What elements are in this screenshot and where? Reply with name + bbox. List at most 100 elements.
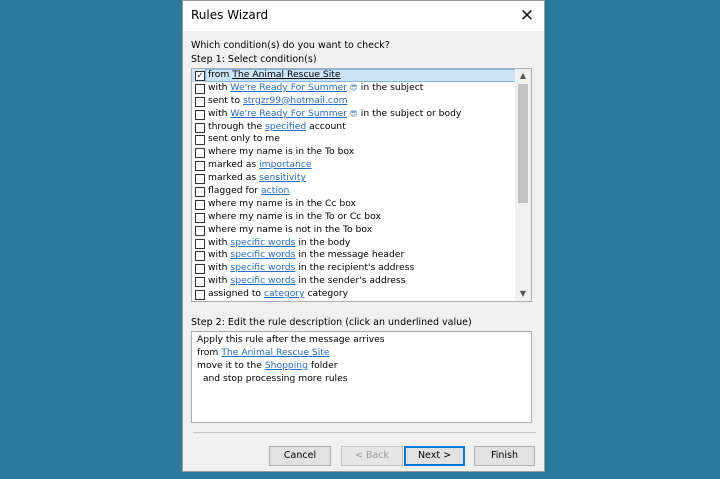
title-bar: Rules Wizard ✕ — [183, 1, 544, 31]
condition-text: marked as importance — [208, 159, 312, 172]
condition-checkbox[interactable] — [195, 122, 205, 133]
condition-checkbox[interactable] — [195, 109, 205, 120]
description-move-text: move it to the — [197, 359, 265, 371]
description-line-3: move it to the Shopping folder — [197, 360, 531, 373]
scroll-thumb[interactable] — [518, 84, 528, 203]
description-line-1: Apply this rule after the message arrive… — [197, 334, 385, 345]
condition-value-link[interactable]: strgzr99@hotmail.com — [243, 95, 348, 106]
condition-text: marked as sensitivity — [208, 172, 306, 185]
condition-checkbox[interactable] — [195, 225, 205, 236]
next-button[interactable]: Next > — [404, 446, 465, 466]
condition-row[interactable]: with We're Ready For Summer 😎 in the sub… — [192, 82, 516, 95]
sender-value-link[interactable]: The Animal Rescue Site — [221, 347, 329, 358]
scroll-down-icon[interactable]: ▼ — [515, 287, 531, 301]
back-button[interactable]: < Back — [341, 446, 403, 466]
condition-prefix: from — [208, 69, 233, 80]
condition-row[interactable]: ✓ from The Animal Rescue Site — [192, 69, 516, 82]
conditions-list[interactable]: ✓ from The Animal Rescue Site with We're R… — [191, 68, 532, 302]
condition-suffix: account — [306, 120, 346, 132]
rules-wizard-dialog: Rules Wizard ✕ Which condition(s) do you… — [182, 0, 545, 472]
sunglasses-emoji-icon: 😎 — [347, 82, 358, 92]
conditions-rows: ✓ from The Animal Rescue Site with We're R… — [192, 69, 516, 301]
condition-prefix: sent to — [208, 94, 243, 106]
button-separator — [193, 432, 536, 433]
condition-checkbox[interactable]: ✓ — [195, 71, 205, 81]
question-label: Which condition(s) do you want to check? — [191, 40, 390, 51]
finish-button[interactable]: Finish — [474, 446, 535, 466]
condition-checkbox[interactable] — [195, 96, 205, 107]
condition-checkbox[interactable] — [195, 290, 205, 301]
condition-value-link[interactable]: specified — [265, 121, 306, 132]
condition-value-link[interactable]: specific words — [230, 237, 295, 248]
condition-value-link[interactable]: We're Ready For Summer — [230, 108, 347, 119]
condition-text: with specific words in the message heade… — [208, 249, 404, 262]
condition-prefix: with — [208, 262, 231, 274]
condition-row[interactable]: where my name is in the To box — [192, 146, 516, 159]
condition-checkbox[interactable] — [195, 83, 205, 94]
condition-prefix: with — [208, 236, 231, 248]
condition-row[interactable]: through the specified account — [192, 121, 516, 134]
condition-text: from The Animal Rescue Site — [208, 69, 341, 82]
window-title: Rules Wizard — [191, 8, 269, 22]
folder-value-link[interactable]: Shopping — [265, 360, 308, 371]
condition-row[interactable]: flagged for action — [192, 185, 516, 198]
condition-prefix: flagged for — [208, 185, 262, 197]
condition-value-link[interactable]: specific words — [230, 275, 295, 286]
description-line-4: and stop processing more rules — [197, 372, 348, 384]
condition-suffix: in the body — [295, 236, 351, 248]
condition-suffix: in the message header — [295, 249, 405, 261]
condition-row[interactable]: with specific words in the sender's addr… — [192, 275, 516, 288]
condition-checkbox[interactable] — [195, 174, 205, 185]
condition-prefix: where my name is not in the To box — [208, 223, 373, 235]
condition-checkbox[interactable] — [195, 238, 205, 249]
rule-description-box: Apply this rule after the message arrive… — [191, 331, 532, 423]
condition-row[interactable]: with specific words in the body — [192, 237, 516, 250]
step2-label: Step 2: Edit the rule description (click… — [191, 317, 472, 328]
condition-value-link[interactable]: category — [264, 288, 305, 299]
condition-checkbox[interactable] — [195, 135, 205, 146]
condition-value-link[interactable]: specific words — [230, 262, 295, 273]
condition-value-link[interactable]: specific words — [230, 249, 295, 260]
condition-text: where my name is in the To or Cc box — [208, 211, 381, 224]
condition-row[interactable]: sent only to me — [192, 133, 516, 146]
condition-checkbox[interactable] — [195, 212, 205, 223]
condition-row[interactable]: where my name is not in the To box — [192, 224, 516, 237]
condition-text: where my name is not in the To box — [208, 224, 372, 237]
condition-prefix: where my name is in the Cc box — [208, 197, 356, 209]
condition-text: where my name is in the To box — [208, 146, 354, 159]
condition-value-link[interactable]: The Animal Rescue Site — [232, 69, 340, 80]
condition-text: where my name is in the Cc box — [208, 198, 356, 211]
condition-suffix: in the recipient's address — [295, 262, 415, 274]
condition-prefix: marked as — [208, 172, 260, 184]
scroll-up-icon[interactable]: ▲ — [515, 69, 531, 83]
condition-value-link[interactable]: action — [261, 185, 289, 196]
condition-row[interactable]: with specific words in the recipient's a… — [192, 262, 516, 275]
condition-text: sent to strgzr99@hotmail.com — [208, 95, 348, 108]
condition-prefix: through the — [208, 120, 266, 132]
condition-row[interactable]: with specific words in the message heade… — [192, 249, 516, 262]
condition-suffix: in the subject or body — [357, 107, 462, 119]
condition-prefix: where my name is in the To or Cc box — [208, 210, 381, 222]
condition-row[interactable]: where my name is in the Cc box — [192, 198, 516, 211]
conditions-scrollbar[interactable]: ▲ ▼ — [515, 69, 531, 301]
condition-checkbox[interactable] — [195, 148, 205, 159]
condition-checkbox[interactable] — [195, 199, 205, 210]
condition-checkbox[interactable] — [195, 161, 205, 172]
close-icon[interactable]: ✕ — [516, 5, 538, 27]
condition-row[interactable]: sent to strgzr99@hotmail.com — [192, 95, 516, 108]
condition-value-link[interactable]: sensitivity — [259, 172, 306, 183]
condition-checkbox[interactable] — [195, 251, 205, 262]
condition-checkbox[interactable] — [195, 187, 205, 198]
condition-value-link[interactable]: We're Ready For Summer — [230, 82, 347, 93]
cancel-button[interactable]: Cancel — [269, 446, 331, 466]
condition-value-link[interactable]: importance — [259, 159, 312, 170]
condition-row[interactable]: marked as importance — [192, 159, 516, 172]
condition-row[interactable]: with We're Ready For Summer 😎 in the sub… — [192, 108, 516, 121]
condition-checkbox[interactable] — [195, 264, 205, 275]
condition-row[interactable]: where my name is in the To or Cc box — [192, 211, 516, 224]
condition-row[interactable]: marked as sensitivity — [192, 172, 516, 185]
condition-checkbox[interactable] — [195, 277, 205, 288]
condition-text: flagged for action — [208, 185, 289, 198]
condition-suffix: in the subject — [357, 81, 424, 93]
condition-row[interactable]: assigned to category category — [192, 288, 516, 301]
